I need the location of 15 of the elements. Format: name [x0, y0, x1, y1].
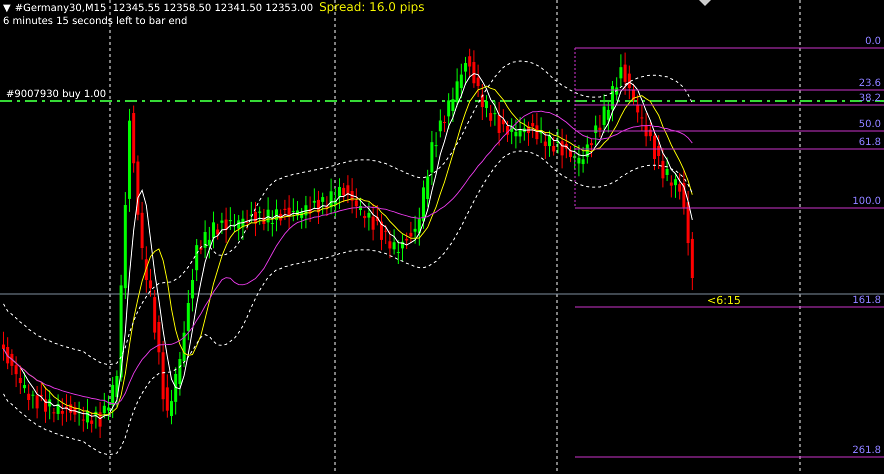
fibonacci-level-label: 38.2 — [858, 93, 881, 104]
fibonacci-level-label: 61.8 — [858, 137, 881, 148]
bar-timer-note: 6 minutes 15 seconds left to bar end — [3, 15, 188, 28]
symbol-quote: #Germany30,M15 12345.55 12358.50 12341.50 12353.00 — [14, 3, 314, 14]
fibonacci-level-label: 261.8 — [852, 445, 881, 456]
spread-label: Spread: 16.0 pips — [319, 0, 425, 14]
countdown-label: <6:15 — [707, 295, 741, 306]
fibonacci-level-label: 23.6 — [858, 78, 881, 89]
triangle-icon — [699, 0, 711, 6]
order-label: #9007930 buy 1.00 — [6, 89, 106, 100]
fibonacci-level-label: 0.0 — [865, 36, 881, 47]
fibonacci-level-label: 100.0 — [852, 196, 881, 207]
fibonacci-level-label: 161.8 — [852, 295, 881, 306]
fibonacci-level-label: 50.0 — [858, 119, 881, 130]
menu-caret[interactable]: ▼ — [3, 3, 11, 14]
